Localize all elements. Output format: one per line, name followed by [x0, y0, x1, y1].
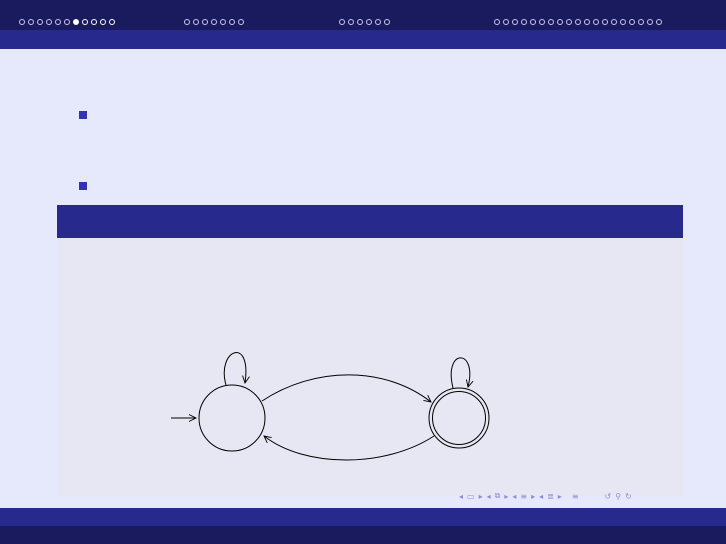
- self-loop-q0: [223, 352, 246, 386]
- nav-next-frame-icon[interactable]: ▸: [478, 492, 484, 501]
- subsection-icon[interactable]: ⧉: [494, 491, 502, 501]
- state-q1: [428, 387, 490, 449]
- search-icon[interactable]: ↺: [604, 492, 613, 501]
- nav-next-doc-icon[interactable]: ▸: [557, 492, 563, 501]
- back-icon[interactable]: ⚲: [614, 492, 622, 501]
- forward-icon[interactable]: ↻: [624, 492, 633, 501]
- nav-prev-subsection-icon[interactable]: ◂: [486, 492, 492, 501]
- state-q0: [198, 384, 266, 452]
- state-q1-accept-ring: [432, 391, 486, 445]
- beamer-navigation-symbols: ◂ ▭ ▸ ◂ ⧉ ▸ ◂ ≡ ▸ ◂ ≣ ▸ ≡ ↺ ⚲ ↻: [458, 488, 633, 504]
- section-icon[interactable]: ≡: [519, 492, 528, 501]
- doc-icon[interactable]: ≣: [546, 492, 555, 501]
- nav-next-subsection-icon[interactable]: ▸: [503, 492, 509, 501]
- footer-bar-upper: [0, 508, 726, 526]
- edge-q0-q1: [261, 374, 431, 402]
- frame-icon[interactable]: ▭: [466, 492, 476, 501]
- footer-bar-lower: [0, 526, 726, 544]
- nav-next-section-icon[interactable]: ▸: [530, 492, 536, 501]
- automaton-diagram: [171, 352, 490, 461]
- nav-prev-frame-icon[interactable]: ◂: [458, 492, 464, 501]
- align-icon[interactable]: ≡: [571, 492, 580, 501]
- nav-prev-section-icon[interactable]: ◂: [511, 492, 517, 501]
- self-loop-q1: [450, 357, 470, 389]
- edge-q1-q0: [264, 436, 435, 461]
- nav-prev-doc-icon[interactable]: ◂: [538, 492, 544, 501]
